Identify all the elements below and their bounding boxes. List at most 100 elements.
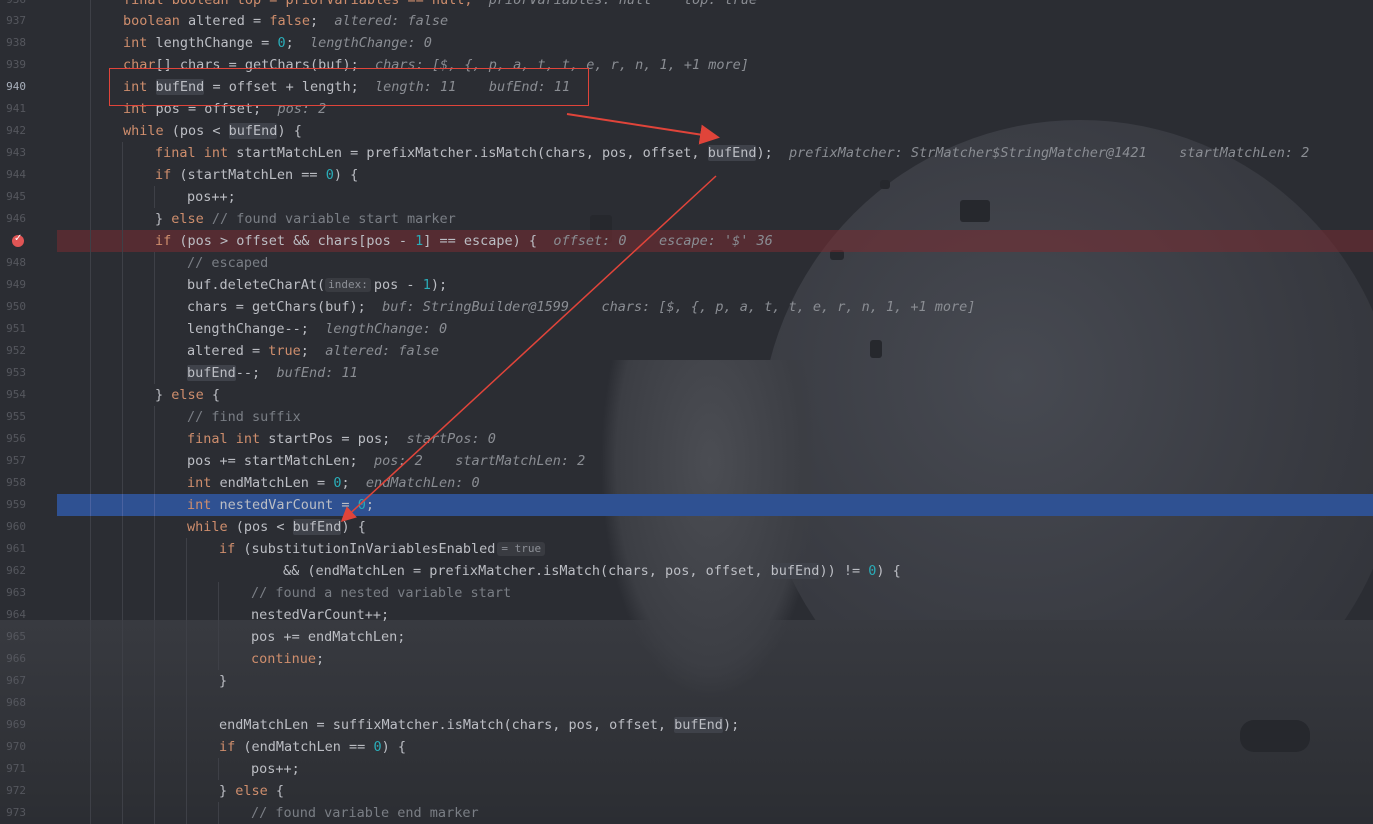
line-number: 962 [6, 564, 26, 577]
line-number: 942 [6, 124, 26, 137]
code-line: 966 continue; [0, 648, 1373, 670]
value-hint: = true [497, 542, 546, 556]
code-line: 961 if (substitutionInVariablesEnabled = … [0, 538, 1373, 560]
line-number: 972 [6, 784, 26, 797]
code-text: ; [309, 13, 319, 29]
code-text: endMatchLen = suffixMatcher.isMatch(char… [219, 717, 675, 733]
code-text: (endMatchLen == [235, 739, 374, 755]
debug-hint: startMatchLen: 2 [1179, 145, 1310, 161]
code-text: (pos > offset && chars[pos - [171, 233, 416, 249]
breakpoint-icon[interactable] [12, 233, 24, 247]
line-number: 940 [6, 80, 26, 93]
debug-hint: buf: StringBuilder@1599 [382, 299, 570, 315]
code-text: } [219, 783, 236, 799]
code-text: ) { [876, 563, 901, 579]
code-line: 952 altered = true; altered: false [0, 340, 1373, 362]
code-line: 973 // found variable end marker [0, 802, 1373, 824]
line-number: 960 [6, 520, 26, 533]
literal: true [268, 343, 301, 359]
keyword: while [123, 123, 164, 139]
code-text: nestedVarCount++; [251, 607, 390, 623]
code-text: lengthChange--; [187, 321, 309, 337]
code-line: 963 // found a nested variable start [0, 582, 1373, 604]
parameter-hint: index: [325, 278, 371, 292]
line-number: 963 [6, 586, 26, 599]
code-line: 946 } else // found variable start marke… [0, 208, 1373, 230]
debug-hint: chars: [$, {, p, a, t, t, e, r, n, 1, +1… [601, 299, 976, 315]
literal: 1 [422, 277, 431, 293]
code-text: (pos < [227, 519, 293, 535]
keyword: if [219, 739, 236, 755]
annotation-box [109, 68, 589, 106]
debug-hint: startMatchLen: 2 [455, 453, 586, 469]
debug-hint: lengthChange: 0 [309, 35, 432, 51]
code-text: ); [430, 277, 448, 293]
line-number: 951 [6, 322, 26, 335]
line-number: 938 [6, 36, 26, 49]
debug-hint: prefixMatcher: StrMatcher$StringMatcher@… [789, 145, 1147, 161]
code-text: ; [341, 475, 350, 491]
code-text: ; [300, 343, 309, 359]
line-number: 954 [6, 388, 26, 401]
debug-hint: altered: false [325, 343, 439, 359]
code-line: 962 && (endMatchLen = prefixMatcher.isMa… [0, 560, 1373, 582]
code-text: ) { [277, 123, 302, 139]
comment: // escaped [187, 255, 269, 271]
literal: 0 [325, 167, 334, 183]
line-number: 952 [6, 344, 26, 357]
debug-hint: altered: false [334, 13, 449, 29]
comment: // found a nested variable start [251, 585, 512, 601]
code-text: endMatchLen = [211, 475, 334, 491]
line-number: 949 [6, 278, 26, 291]
line-number: 958 [6, 476, 26, 489]
code-text: && (endMatchLen = prefixMatcher.isMatch(… [283, 563, 771, 579]
keyword: final int [155, 145, 229, 161]
code-text: startPos = pos; [260, 431, 391, 447]
code-text: final boolean top = priorVariables == nu… [123, 0, 473, 8]
comment: // find suffix [187, 409, 301, 425]
code-text: ; [316, 651, 325, 667]
code-text: pos += startMatchLen; [187, 453, 358, 469]
code-line: 967 } [0, 670, 1373, 692]
code-text: ; [285, 35, 294, 51]
code-text: nestedVarCount = [211, 497, 358, 513]
code-text: ; [365, 497, 374, 513]
code-line: 942 while (pos < bufEnd) { [0, 120, 1373, 142]
code-text: buf.deleteCharAt( [187, 277, 326, 293]
line-number: 964 [6, 608, 26, 621]
keyword: if [155, 233, 172, 249]
code-text: { [267, 783, 285, 799]
code-text: ); [722, 717, 740, 733]
line-number: 950 [6, 300, 26, 313]
line-number: 966 [6, 652, 26, 665]
line-number: 973 [6, 806, 26, 819]
debug-hint: priorVariables: null top: true [488, 0, 757, 8]
line-number: 970 [6, 740, 26, 753]
code-line: 945 pos++; [0, 186, 1373, 208]
literal: 0 [373, 739, 382, 755]
comment: // found variable start marker [203, 211, 456, 227]
line-number: 956 [6, 432, 26, 445]
code-text: ) { [333, 167, 359, 183]
debug-hint: pos: 2 [373, 453, 423, 469]
code-line: 968 [0, 692, 1373, 714]
code-text: )) != [819, 563, 869, 579]
code-text: pos++; [251, 761, 300, 777]
keyword: if [155, 167, 172, 183]
line-number: 939 [6, 58, 26, 71]
code-text: ) { [341, 519, 366, 535]
keyword: if [219, 541, 236, 557]
code-line: 958 int endMatchLen = 0; endMatchLen: 0 [0, 472, 1373, 494]
code-text: pos += endMatchLen; [251, 629, 406, 645]
code-text: pos - [373, 277, 423, 293]
code-editor[interactable]: 936 final boolean top = priorVariables =… [0, 0, 1373, 824]
code-text: pos++; [187, 189, 236, 205]
code-line: 969 endMatchLen = suffixMatcher.isMatch(… [0, 714, 1373, 736]
comment: // found variable end marker [251, 805, 479, 821]
line-number: 971 [6, 762, 26, 775]
debug-hint: offset: 0 [553, 233, 627, 249]
line-number: 953 [6, 366, 26, 379]
keyword: int [187, 475, 212, 491]
code-text: altered = [187, 343, 269, 359]
keyword: int [123, 35, 148, 51]
